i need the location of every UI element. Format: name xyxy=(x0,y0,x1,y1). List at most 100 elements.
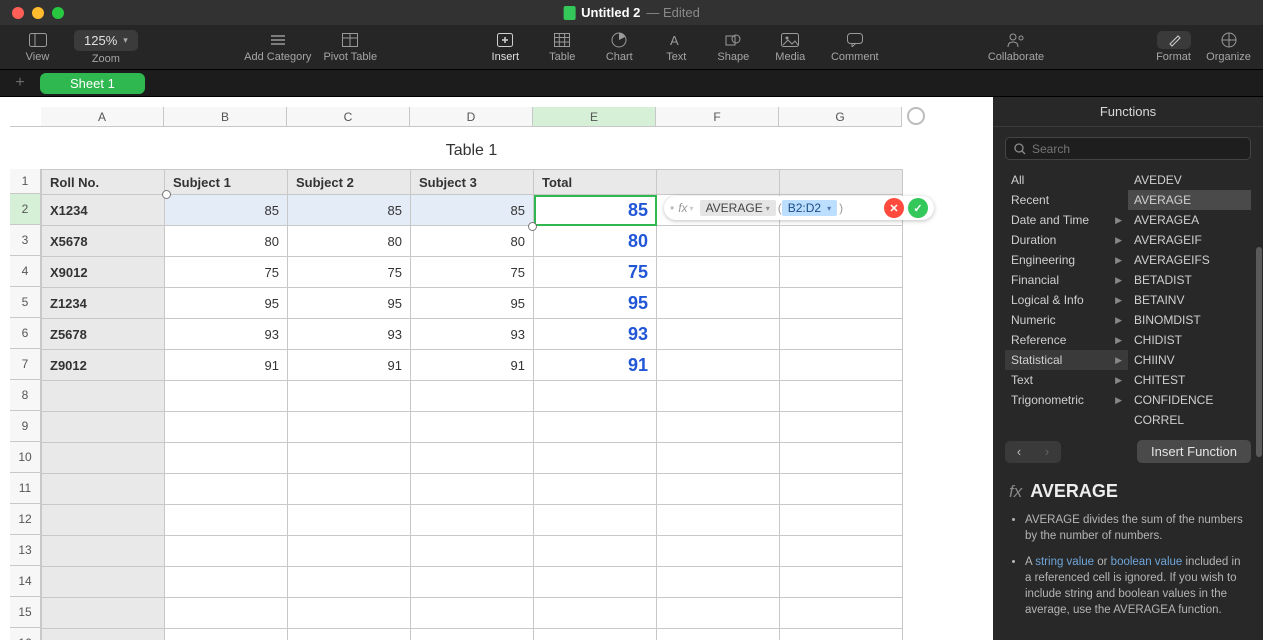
document-title[interactable]: Untitled 2 — Edited xyxy=(563,5,700,20)
cell[interactable] xyxy=(411,536,534,567)
cell[interactable] xyxy=(165,443,288,474)
cell[interactable] xyxy=(42,505,165,536)
cell[interactable] xyxy=(534,598,657,629)
cell[interactable] xyxy=(165,567,288,598)
cell[interactable]: 93 xyxy=(534,319,657,350)
header-cell[interactable]: Subject 1 xyxy=(165,170,288,195)
cell[interactable] xyxy=(780,381,903,412)
cell[interactable] xyxy=(534,443,657,474)
table-button[interactable]: Table xyxy=(540,31,585,63)
function-item[interactable]: CONFIDENCE xyxy=(1128,390,1251,410)
cell[interactable] xyxy=(288,536,411,567)
table-handle-right[interactable] xyxy=(907,107,925,125)
cell[interactable]: 75 xyxy=(165,257,288,288)
category-item[interactable]: Logical & Info▶ xyxy=(1005,290,1128,310)
row-header[interactable]: 16 xyxy=(10,628,41,640)
add-category-button[interactable]: Add Category xyxy=(238,31,318,63)
table-title[interactable]: Table 1 xyxy=(41,142,902,160)
spreadsheet-canvas[interactable]: ABCDEFG Table 1 123456789101112131415161… xyxy=(0,97,993,640)
cell[interactable] xyxy=(657,381,780,412)
cell[interactable] xyxy=(657,350,780,381)
row-header[interactable]: 7 xyxy=(10,349,41,380)
function-item[interactable]: AVERAGE xyxy=(1128,190,1251,210)
cell[interactable] xyxy=(780,257,903,288)
category-item[interactable]: Trigonometric▶ xyxy=(1005,390,1128,410)
column-header[interactable]: E xyxy=(533,107,656,126)
cell[interactable] xyxy=(165,536,288,567)
cell[interactable] xyxy=(534,381,657,412)
row-header[interactable]: 8 xyxy=(10,380,41,411)
column-header[interactable]: F xyxy=(656,107,779,126)
cell[interactable]: 91 xyxy=(411,350,534,381)
cell[interactable] xyxy=(42,381,165,412)
cell[interactable] xyxy=(780,319,903,350)
row-header[interactable]: 3 xyxy=(10,225,41,256)
row-header[interactable]: 15 xyxy=(10,597,41,628)
cell[interactable] xyxy=(42,629,165,640)
chevron-down-icon[interactable]: ▾ xyxy=(690,204,694,213)
header-cell[interactable]: Subject 2 xyxy=(288,170,411,195)
view-button[interactable]: View xyxy=(15,31,60,63)
cell[interactable]: X9012 xyxy=(42,257,165,288)
cell[interactable] xyxy=(534,412,657,443)
cell[interactable] xyxy=(657,598,780,629)
cell[interactable]: 85 xyxy=(534,195,657,226)
function-item[interactable]: CHIDIST xyxy=(1128,330,1251,350)
pivot-table-button[interactable]: Pivot Table xyxy=(318,31,383,63)
function-item[interactable]: BETAINV xyxy=(1128,290,1251,310)
cell[interactable] xyxy=(165,381,288,412)
cell[interactable]: Z1234 xyxy=(42,288,165,319)
formula-function-token[interactable]: AVERAGE xyxy=(700,200,776,216)
cell[interactable] xyxy=(42,412,165,443)
format-button[interactable]: Format xyxy=(1151,31,1196,63)
category-item[interactable]: Statistical▶ xyxy=(1005,350,1128,370)
cell[interactable] xyxy=(165,505,288,536)
cell[interactable] xyxy=(657,288,780,319)
category-item[interactable]: Recent xyxy=(1005,190,1128,210)
row-header[interactable]: 2 xyxy=(10,194,41,225)
minimize-window-button[interactable] xyxy=(32,7,44,19)
cell[interactable]: 95 xyxy=(165,288,288,319)
cell[interactable] xyxy=(165,629,288,640)
cell[interactable] xyxy=(657,412,780,443)
row-header[interactable]: 4 xyxy=(10,256,41,287)
cell[interactable] xyxy=(780,474,903,505)
column-header[interactable]: B xyxy=(164,107,287,126)
cell[interactable]: 93 xyxy=(165,319,288,350)
cell[interactable] xyxy=(411,505,534,536)
row-header[interactable]: 1 xyxy=(10,169,41,194)
row-header[interactable]: 5 xyxy=(10,287,41,318)
cell[interactable]: 85 xyxy=(411,195,534,226)
cell[interactable] xyxy=(780,567,903,598)
row-header[interactable]: 14 xyxy=(10,566,41,597)
cell[interactable] xyxy=(411,474,534,505)
cell[interactable]: 95 xyxy=(411,288,534,319)
cell[interactable] xyxy=(411,567,534,598)
nav-back-button[interactable]: ‹ xyxy=(1005,441,1033,463)
column-header[interactable]: G xyxy=(779,107,902,126)
row-header[interactable]: 9 xyxy=(10,411,41,442)
panel-scrollbar[interactable] xyxy=(1255,247,1263,497)
cell[interactable]: 91 xyxy=(165,350,288,381)
header-cell[interactable]: Subject 3 xyxy=(411,170,534,195)
cell[interactable]: Z9012 xyxy=(42,350,165,381)
category-item[interactable]: All xyxy=(1005,170,1128,190)
category-item[interactable]: Engineering▶ xyxy=(1005,250,1128,270)
cell[interactable] xyxy=(534,505,657,536)
insert-button[interactable]: Insert xyxy=(483,31,528,63)
cell[interactable]: 80 xyxy=(288,226,411,257)
function-item[interactable]: AVERAGEIF xyxy=(1128,230,1251,250)
function-item[interactable]: BINOMDIST xyxy=(1128,310,1251,330)
cell[interactable] xyxy=(657,226,780,257)
column-header[interactable]: A xyxy=(41,107,164,126)
row-header[interactable]: 11 xyxy=(10,473,41,504)
add-sheet-button[interactable]: + xyxy=(0,74,40,92)
cell[interactable] xyxy=(411,412,534,443)
row-header[interactable]: 12 xyxy=(10,504,41,535)
cell[interactable] xyxy=(42,536,165,567)
cell[interactable] xyxy=(780,536,903,567)
nav-forward-button[interactable]: › xyxy=(1033,441,1061,463)
cell[interactable] xyxy=(780,226,903,257)
header-cell[interactable]: Roll No. xyxy=(42,170,165,195)
formula-reference-token[interactable]: B2:D2 xyxy=(782,200,837,216)
